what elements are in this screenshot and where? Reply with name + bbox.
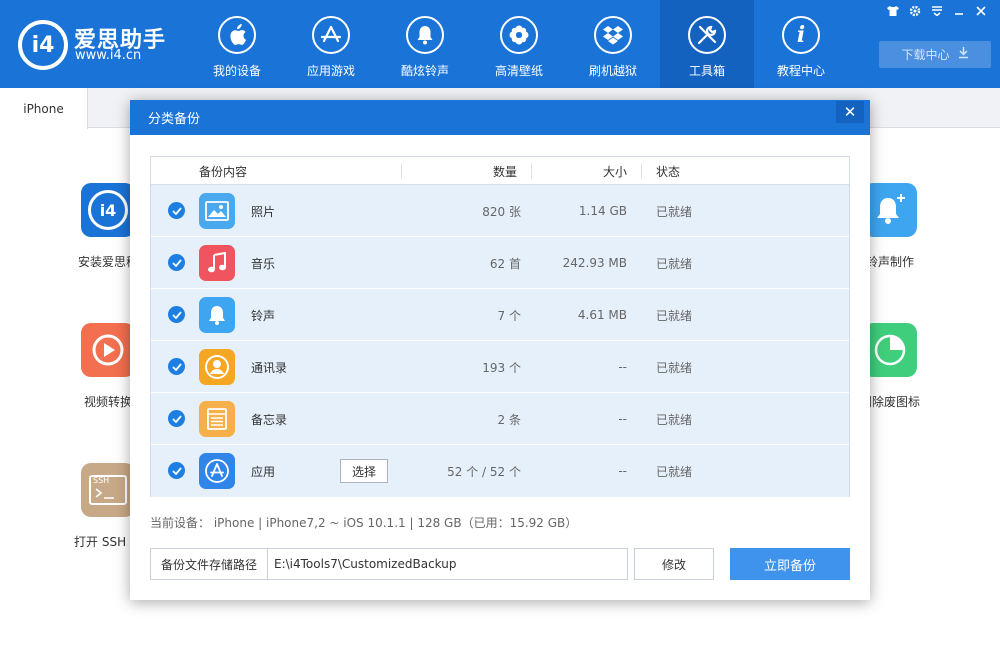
app-logo: i4 爱思助手 www.i4.cn [18,14,178,70]
close-icon[interactable]: ✕ [836,101,864,123]
row-quantity: 820 张 [482,204,521,219]
row-name: 应用 [251,464,276,479]
col-status: 状态 [656,164,681,179]
row-checkbox[interactable] [168,410,185,427]
bell-icon [406,16,444,54]
nav-label: 高清壁纸 [494,64,543,78]
logo-badge: i4 [18,20,68,70]
table-row[interactable]: 通讯录 193 个 -- 已就绪 [151,341,849,393]
close-window-icon[interactable] [972,3,990,19]
photos-icon [199,193,235,229]
nav-flash-jailbreak[interactable]: 刷机越狱 [566,0,660,88]
ringtone-bell-icon [199,297,235,333]
row-checkbox[interactable] [168,202,185,219]
row-status: 已就绪 [656,256,693,271]
minimize-icon[interactable] [950,3,968,19]
row-name: 音乐 [251,256,276,271]
row-name: 铃声 [251,308,276,323]
col-content: 备份内容 [199,164,248,179]
col-quantity: 数量 [492,164,517,179]
row-quantity: 193 个 [482,360,521,375]
dialog-header: 分类备份 ✕ [130,100,870,135]
nav-label: 我的设备 [212,64,261,78]
contacts-icon [199,349,235,385]
table-header: 备份内容 数量 大小 状态 [151,157,849,185]
backup-path-label: 备份文件存储路径 [150,548,267,580]
nav-my-device[interactable]: 我的设备 [190,0,284,88]
nav-tutorials[interactable]: i 教程中心 [754,0,848,88]
music-icon [199,245,235,281]
row-name: 照片 [251,204,276,219]
backup-now-button[interactable]: 立即备份 [730,548,850,580]
row-size: 242.93 MB [562,256,627,270]
nav-ringtones[interactable]: 酷炫铃声 [378,0,472,88]
column-divider [641,163,642,179]
row-quantity: 52 个 / 52 个 [447,464,521,479]
row-checkbox[interactable] [168,358,185,375]
row-quantity: 7 个 [497,308,521,323]
col-size: 大小 [602,164,627,179]
table-row[interactable]: 音乐 62 首 242.93 MB 已就绪 [151,237,849,289]
table-row[interactable]: 备忘录 2 条 -- 已就绪 [151,393,849,445]
select-apps-button[interactable]: 选择 [340,459,388,483]
table-row[interactable]: 应用 选择 52 个 / 52 个 -- 已就绪 [151,445,849,497]
row-status: 已就绪 [656,412,693,427]
row-checkbox[interactable] [168,462,185,479]
nav-label: 教程中心 [776,64,825,78]
row-status: 已就绪 [656,360,693,375]
apple-icon [218,16,256,54]
nav-apps-games[interactable]: 应用游戏 [284,0,378,88]
device-info: 当前设备： iPhone | iPhone7,2 ~ iOS 10.1.1 | … [150,516,578,530]
nav-toolbox[interactable]: 工具箱 [660,0,754,88]
row-status: 已就绪 [656,308,693,323]
category-backup-dialog: 分类备份 ✕ 备份内容 数量 大小 状态 照片 820 张 1.14 GB 已就… [130,100,870,600]
modify-path-button[interactable]: 修改 [634,548,714,580]
row-checkbox[interactable] [168,306,185,323]
info-icon: i [782,16,820,54]
app-store-icon [312,16,350,54]
nav-label: 工具箱 [688,64,725,78]
row-quantity: 62 首 [489,256,521,271]
nav-label: 应用游戏 [306,64,355,78]
download-icon [958,47,969,62]
settings-gear-icon[interactable] [906,3,924,19]
flower-icon [500,16,538,54]
notes-icon [199,401,235,437]
menu-icon[interactable] [928,3,946,19]
dialog-title: 分类备份 [148,112,201,127]
column-divider [401,163,402,179]
row-status: 已就绪 [656,204,693,219]
nav-label: 刷机越狱 [588,64,637,78]
row-size: 4.61 MB [577,308,627,322]
backup-path-field[interactable]: E:\i4Tools7\CustomizedBackup [267,548,628,580]
skin-icon[interactable] [884,3,902,19]
row-name: 通讯录 [251,360,288,375]
nav-wallpapers[interactable]: 高清壁纸 [472,0,566,88]
top-bar: i4 爱思助手 www.i4.cn 我的设备 应用游戏 酷炫铃声 高清壁纸 刷机… [0,0,1000,88]
row-size: -- [618,464,627,478]
download-center-label: 下载中心 [901,48,950,62]
row-size: 1.14 GB [578,204,627,218]
main-nav: 我的设备 应用游戏 酷炫铃声 高清壁纸 刷机越狱 工具箱 i 教程中心 [190,0,848,88]
row-size: -- [618,412,627,426]
apps-icon [199,453,235,489]
table-row[interactable]: 照片 820 张 1.14 GB 已就绪 [151,185,849,237]
backup-table: 备份内容 数量 大小 状态 照片 820 张 1.14 GB 已就绪 音乐 62… [150,156,850,497]
box-icon [594,16,632,54]
logo-url: www.i4.cn [75,48,142,63]
table-row[interactable]: 铃声 7 个 4.61 MB 已就绪 [151,289,849,341]
download-center-button[interactable]: 下载中心 [879,41,991,68]
nav-label: 酷炫铃声 [400,64,449,78]
row-quantity: 2 条 [497,412,521,427]
row-size: -- [618,360,627,374]
window-controls [884,3,990,19]
row-name: 备忘录 [251,412,288,427]
row-checkbox[interactable] [168,254,185,271]
row-status: 已就绪 [656,464,693,479]
tools-icon [688,16,726,54]
